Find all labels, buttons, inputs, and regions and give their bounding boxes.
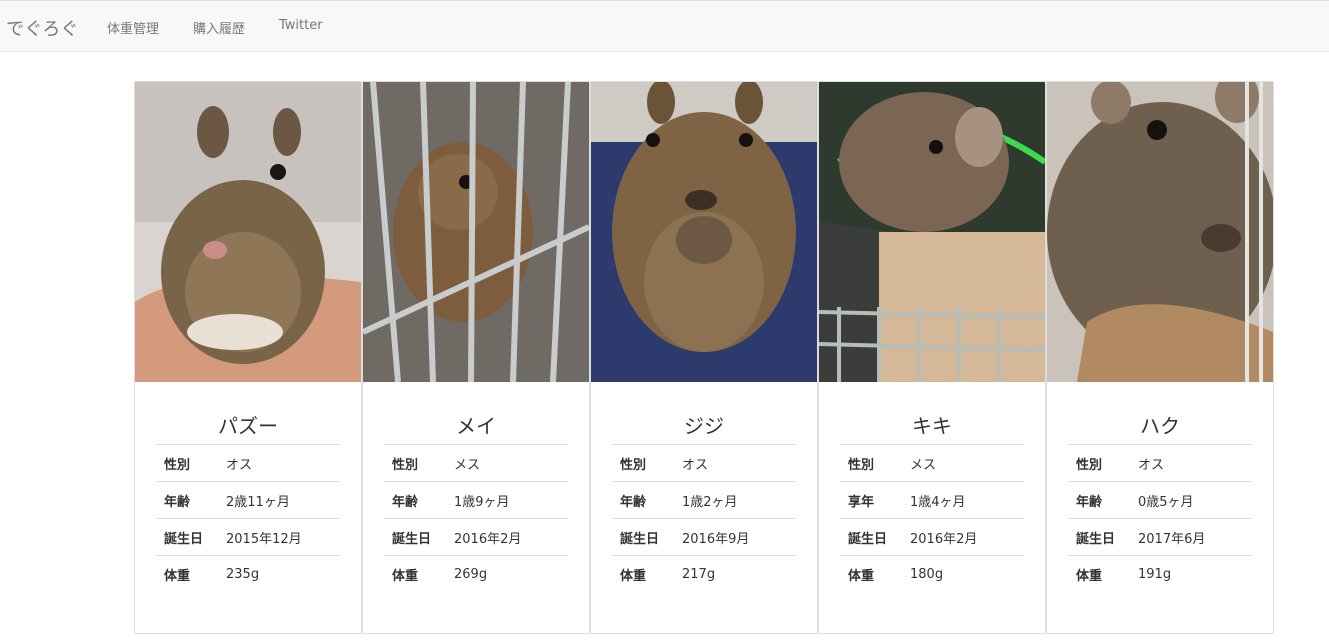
info-key: 享年 [840,481,910,519]
info-key: 年齢 [612,481,682,519]
brand-link[interactable]: でぐろぐ [6,15,78,41]
pet-photo [819,82,1045,382]
table-row: 誕生日 2017年6月 [1068,518,1252,556]
info-value: 1歳4ヶ月 [910,481,1024,519]
table-row: 体重 269g [384,555,568,593]
table-row: 性別 オス [1068,444,1252,482]
info-key: 体重 [1068,555,1138,593]
nav-link-twitter[interactable]: Twitter [279,18,323,33]
table-row: 体重 191g [1068,555,1252,593]
info-value: 217g [682,555,796,593]
pet-info-table: 性別 オス 年齢 2歳11ヶ月 誕生日 2015年12月 体重 235g [156,444,340,593]
info-value: メス [454,444,568,482]
info-key: 年齢 [1068,481,1138,519]
info-key: 性別 [156,444,226,482]
table-row: 体重 235g [156,555,340,593]
pet-name: ジジ [684,414,724,438]
table-row: 誕生日 2015年12月 [156,518,340,556]
table-row: 体重 217g [612,555,796,593]
info-key: 誕生日 [384,518,454,556]
pet-name: メイ [456,414,496,438]
pet-photo [135,82,361,382]
pet-card: メイ 性別 メス 年齢 1歳9ヶ月 誕生日 2016年2月 体重 269g [362,81,590,634]
navbar: でぐろぐ 体重管理 購入履歴 Twitter [0,0,1329,52]
nav-link-purchase-history[interactable]: 購入履歴 [193,18,245,37]
pet-card: キキ 性別 メス 享年 1歳4ヶ月 誕生日 2016年2月 体重 180g [818,81,1046,634]
pet-photo [591,82,817,382]
pet-name: キキ [912,414,952,438]
pet-name: ハク [1140,414,1180,438]
nav-link-weight[interactable]: 体重管理 [107,18,159,37]
table-row: 年齢 1歳9ヶ月 [384,481,568,519]
info-key: 誕生日 [1068,518,1138,556]
info-value: オス [1138,444,1252,482]
info-key: 性別 [840,444,910,482]
pet-name: パズー [218,414,278,438]
info-value: 2歳11ヶ月 [226,481,340,519]
info-value: 180g [910,555,1024,593]
table-row: 年齢 2歳11ヶ月 [156,481,340,519]
pet-card: パズー 性別 オス 年齢 2歳11ヶ月 誕生日 2015年12月 体重 235g [134,81,362,634]
info-value: 1歳2ヶ月 [682,481,796,519]
table-row: 体重 180g [840,555,1024,593]
table-row: 性別 メス [384,444,568,482]
table-row: 享年 1歳4ヶ月 [840,481,1024,519]
table-row: 性別 オス [156,444,340,482]
table-row: 誕生日 2016年9月 [612,518,796,556]
info-key: 性別 [384,444,454,482]
info-key: 年齢 [156,481,226,519]
info-value: 0歳5ヶ月 [1138,481,1252,519]
info-key: 体重 [840,555,910,593]
table-row: 性別 オス [612,444,796,482]
info-key: 性別 [612,444,682,482]
info-value: 2016年2月 [454,518,568,556]
pet-info-table: 性別 オス 年齢 0歳5ヶ月 誕生日 2017年6月 体重 191g [1068,444,1252,593]
info-key: 体重 [156,555,226,593]
table-row: 性別 メス [840,444,1024,482]
info-key: 体重 [384,555,454,593]
info-value: 191g [1138,555,1252,593]
pet-info-table: 性別 メス 年齢 1歳9ヶ月 誕生日 2016年2月 体重 269g [384,444,568,593]
pet-info-table: 性別 メス 享年 1歳4ヶ月 誕生日 2016年2月 体重 180g [840,444,1024,593]
info-key: 年齢 [384,481,454,519]
info-value: オス [682,444,796,482]
pet-card: ジジ 性別 オス 年齢 1歳2ヶ月 誕生日 2016年9月 体重 217g [590,81,818,634]
info-value: メス [910,444,1024,482]
info-key: 体重 [612,555,682,593]
info-key: 誕生日 [840,518,910,556]
info-value: 2016年2月 [910,518,1024,556]
info-value: 269g [454,555,568,593]
table-row: 誕生日 2016年2月 [384,518,568,556]
info-key: 性別 [1068,444,1138,482]
table-row: 誕生日 2016年2月 [840,518,1024,556]
info-value: 2015年12月 [226,518,340,556]
info-key: 誕生日 [612,518,682,556]
pet-photo [363,82,589,382]
info-value: 1歳9ヶ月 [454,481,568,519]
pet-info-table: 性別 オス 年齢 1歳2ヶ月 誕生日 2016年9月 体重 217g [612,444,796,593]
pet-cards: パズー 性別 オス 年齢 2歳11ヶ月 誕生日 2015年12月 体重 235g [134,81,1274,634]
info-value: 2017年6月 [1138,518,1252,556]
info-key: 誕生日 [156,518,226,556]
info-value: オス [226,444,340,482]
pet-photo [1047,82,1273,382]
table-row: 年齢 0歳5ヶ月 [1068,481,1252,519]
pet-card: ハク 性別 オス 年齢 0歳5ヶ月 誕生日 2017年6月 体重 191g [1046,81,1274,634]
table-row: 年齢 1歳2ヶ月 [612,481,796,519]
info-value: 235g [226,555,340,593]
info-value: 2016年9月 [682,518,796,556]
